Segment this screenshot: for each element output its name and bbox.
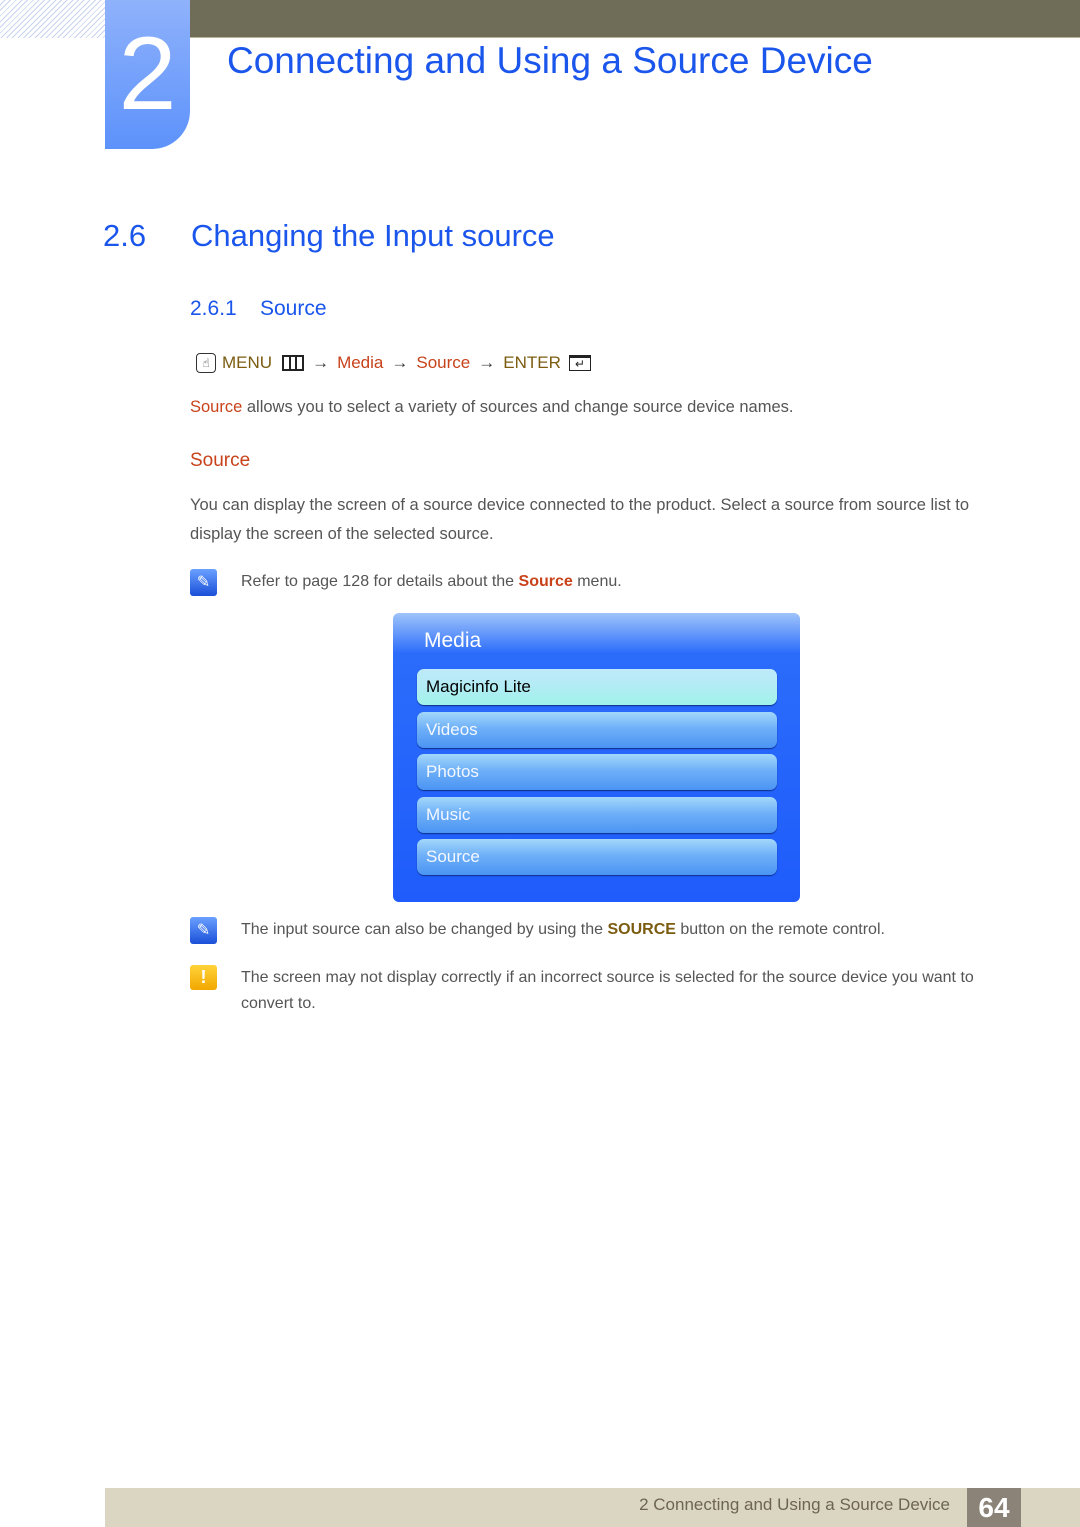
tv-menu-item-videos[interactable]: Videos	[417, 712, 777, 748]
chapter-number-tab: 2	[105, 0, 190, 149]
menu-path-arrow: →	[312, 353, 330, 372]
tv-menu-item-photos[interactable]: Photos	[417, 754, 777, 790]
menu-path-enter: ENTER	[503, 353, 561, 372]
header-hatch-decoration	[0, 0, 105, 38]
subsection-title: Source	[260, 297, 327, 320]
menu-path: ☝ MENU → Media → Source → ENTER ↵	[196, 353, 591, 373]
menu-grid-icon	[282, 355, 305, 371]
section-title: Changing the Input source	[191, 218, 555, 253]
section-number: 2.6	[103, 218, 147, 253]
remote-hand-icon: ☝	[196, 353, 216, 373]
menu-path-source: Source	[416, 353, 471, 372]
tv-menu-item-music[interactable]: Music	[417, 797, 777, 833]
caution-note: ! The screen may not display correctly i…	[190, 965, 1010, 1017]
tv-menu-title: Media	[424, 629, 482, 652]
note-text: The input source can also be changed by …	[241, 921, 885, 938]
caution-text: The screen may not display correctly if …	[241, 969, 974, 1012]
tv-media-menu: Media Magicinfo Lite Videos Photos Music…	[393, 613, 800, 902]
footer-chapter-title: 2 Connecting and Using a Source Device	[639, 1495, 950, 1514]
intro-text: allows you to select a variety of source…	[242, 398, 794, 416]
intro-highlight: Source	[190, 398, 243, 416]
note-pencil-icon: ✎	[190, 917, 217, 944]
note-page-reference: ✎ Refer to page 128 for details about th…	[190, 569, 622, 596]
header-bar	[190, 0, 1080, 38]
note-text: Refer to page 128 for details about the …	[241, 573, 622, 590]
menu-path-arrow: →	[478, 353, 496, 372]
intro-paragraph: Source allows you to select a variety of…	[190, 393, 794, 422]
note-highlight: SOURCE	[607, 921, 676, 938]
subsection-number: 2.6.1	[190, 297, 237, 320]
tv-menu-item-source[interactable]: Source	[417, 839, 777, 875]
chapter-title: Connecting and Using a Source Device	[227, 40, 873, 81]
enter-icon: ↵	[568, 355, 591, 371]
menu-path-arrow: →	[391, 353, 409, 372]
note-pencil-icon: ✎	[190, 569, 217, 596]
note-highlight: Source	[518, 573, 573, 590]
body-paragraph: You can display the screen of a source d…	[190, 496, 969, 543]
menu-path-media: Media	[337, 353, 384, 372]
page-number: 64	[967, 1488, 1021, 1527]
subsection-heading: 2.6.1 Source	[190, 297, 327, 321]
tv-menu-item-magicinfo-lite[interactable]: Magicinfo Lite	[417, 669, 777, 705]
warning-exclamation-icon: !	[190, 965, 217, 990]
section-heading: 2.6 Changing the Input source	[103, 218, 555, 254]
source-heading: Source	[190, 450, 251, 471]
menu-path-menu: MENU	[222, 353, 273, 372]
note-source-button: ✎ The input source can also be changed b…	[190, 917, 885, 944]
